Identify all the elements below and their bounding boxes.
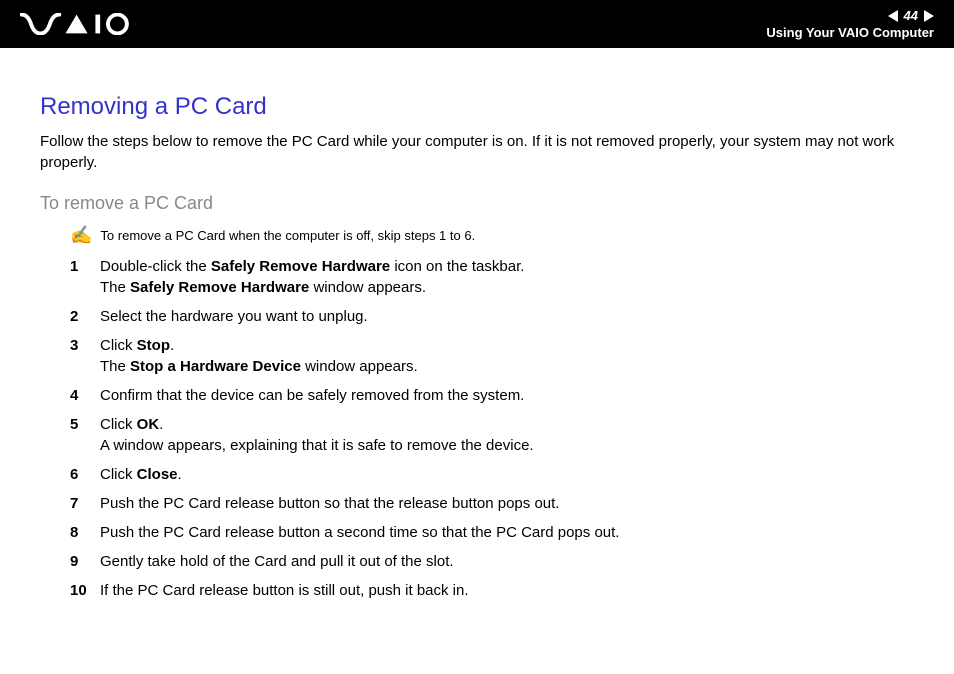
step-text: Click OK.A window appears, explaining th… bbox=[100, 414, 914, 456]
step-text: If the PC Card release button is still o… bbox=[100, 580, 914, 601]
step-number: 5 bbox=[70, 414, 100, 435]
step-number: 1 bbox=[70, 256, 100, 277]
step-text: Gently take hold of the Card and pull it… bbox=[100, 551, 914, 572]
subheading: To remove a PC Card bbox=[40, 193, 914, 214]
page-nav: 44 bbox=[888, 8, 934, 23]
step-item: 1Double-click the Safely Remove Hardware… bbox=[40, 256, 914, 298]
step-number: 9 bbox=[70, 551, 100, 572]
page-title: Removing a PC Card bbox=[40, 93, 914, 121]
note-text: To remove a PC Card when the computer is… bbox=[100, 228, 475, 243]
page-number: 44 bbox=[904, 8, 918, 23]
content-area: Removing a PC Card Follow the steps belo… bbox=[0, 48, 954, 629]
step-number: 8 bbox=[70, 522, 100, 543]
step-text: Click Stop.The Stop a Hardware Device wi… bbox=[100, 335, 914, 377]
step-text: Double-click the Safely Remove Hardware … bbox=[100, 256, 914, 298]
note-block: ✍ To remove a PC Card when the computer … bbox=[70, 228, 914, 244]
header-bar: 44 Using Your VAIO Computer bbox=[0, 0, 954, 48]
step-number: 4 bbox=[70, 385, 100, 406]
step-text: Confirm that the device can be safely re… bbox=[100, 385, 914, 406]
nav-next-icon[interactable] bbox=[924, 10, 934, 22]
step-item: 10If the PC Card release button is still… bbox=[40, 580, 914, 601]
vaio-logo bbox=[20, 0, 146, 48]
step-text: Click Close. bbox=[100, 464, 914, 485]
step-item: 9Gently take hold of the Card and pull i… bbox=[40, 551, 914, 572]
step-item: 8Push the PC Card release button a secon… bbox=[40, 522, 914, 543]
step-text: Push the PC Card release button a second… bbox=[100, 522, 914, 543]
step-item: 4Confirm that the device can be safely r… bbox=[40, 385, 914, 406]
nav-prev-icon[interactable] bbox=[888, 10, 898, 22]
steps-list: 1Double-click the Safely Remove Hardware… bbox=[40, 256, 914, 601]
step-item: 6Click Close. bbox=[40, 464, 914, 485]
step-number: 2 bbox=[70, 306, 100, 327]
step-number: 10 bbox=[70, 580, 100, 601]
note-icon: ✍ bbox=[70, 226, 92, 244]
step-item: 2Select the hardware you want to unplug. bbox=[40, 306, 914, 327]
step-item: 3Click Stop.The Stop a Hardware Device w… bbox=[40, 335, 914, 377]
step-number: 6 bbox=[70, 464, 100, 485]
step-item: 5Click OK.A window appears, explaining t… bbox=[40, 414, 914, 456]
step-text: Select the hardware you want to unplug. bbox=[100, 306, 914, 327]
step-text: Push the PC Card release button so that … bbox=[100, 493, 914, 514]
intro-paragraph: Follow the steps below to remove the PC … bbox=[40, 131, 914, 173]
step-number: 7 bbox=[70, 493, 100, 514]
section-name: Using Your VAIO Computer bbox=[766, 25, 934, 40]
step-item: 7Push the PC Card release button so that… bbox=[40, 493, 914, 514]
header-right: 44 Using Your VAIO Computer bbox=[766, 0, 934, 48]
step-number: 3 bbox=[70, 335, 100, 356]
